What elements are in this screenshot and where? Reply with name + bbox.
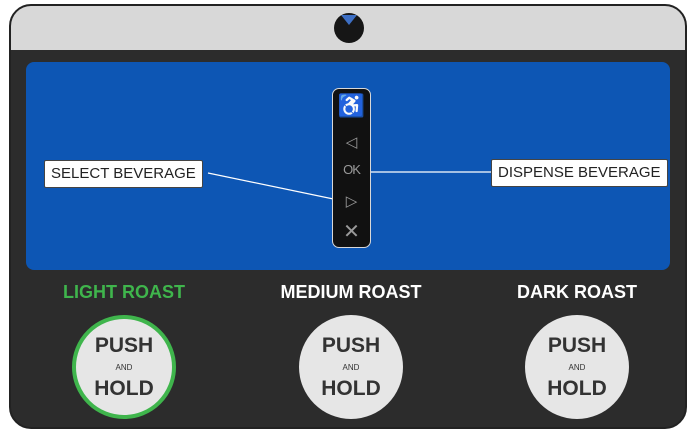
keypad: ♿ ◁ OK ▷ ✕ (332, 88, 371, 248)
display-screen: SELECT BEVERAGE DISPENSE BEVERAGE ♿ ◁ OK… (26, 62, 670, 270)
triangle-left-icon[interactable]: ◁ (333, 133, 370, 151)
medium-roast-label: MEDIUM ROAST (280, 282, 422, 302)
ok-icon[interactable]: OK (333, 162, 370, 177)
light-roast-label: LIGHT ROAST (63, 282, 185, 302)
chevron-down-icon (334, 13, 364, 43)
triangle-right-icon[interactable]: ▷ (333, 192, 370, 210)
hold-label: HOLD (94, 377, 154, 400)
dark-roast-label: DARK ROAST (517, 282, 637, 302)
dispense-beverage-callout: DISPENSE BEVERAGE (491, 159, 668, 187)
brewer-panel: SELECT BEVERAGE DISPENSE BEVERAGE ♿ ◁ OK… (9, 4, 687, 429)
top-bar (11, 6, 685, 50)
light-roast-button[interactable]: PUSH AND HOLD (72, 315, 176, 419)
wheelchair-icon[interactable]: ♿ (333, 93, 370, 119)
dark-roast-button[interactable]: PUSH AND HOLD (525, 315, 629, 419)
x-icon[interactable]: ✕ (333, 219, 370, 244)
medium-roast-button[interactable]: PUSH AND HOLD (299, 315, 403, 419)
and-label: AND (568, 363, 586, 372)
and-label: AND (115, 363, 133, 372)
select-beverage-callout: SELECT BEVERAGE (44, 160, 203, 188)
and-label: AND (342, 363, 360, 372)
push-label: PUSH (321, 334, 381, 357)
hold-label: HOLD (321, 377, 381, 400)
push-label: PUSH (547, 334, 607, 357)
select-callout-line (207, 172, 344, 202)
push-label: PUSH (94, 334, 154, 357)
hold-label: HOLD (547, 377, 607, 400)
